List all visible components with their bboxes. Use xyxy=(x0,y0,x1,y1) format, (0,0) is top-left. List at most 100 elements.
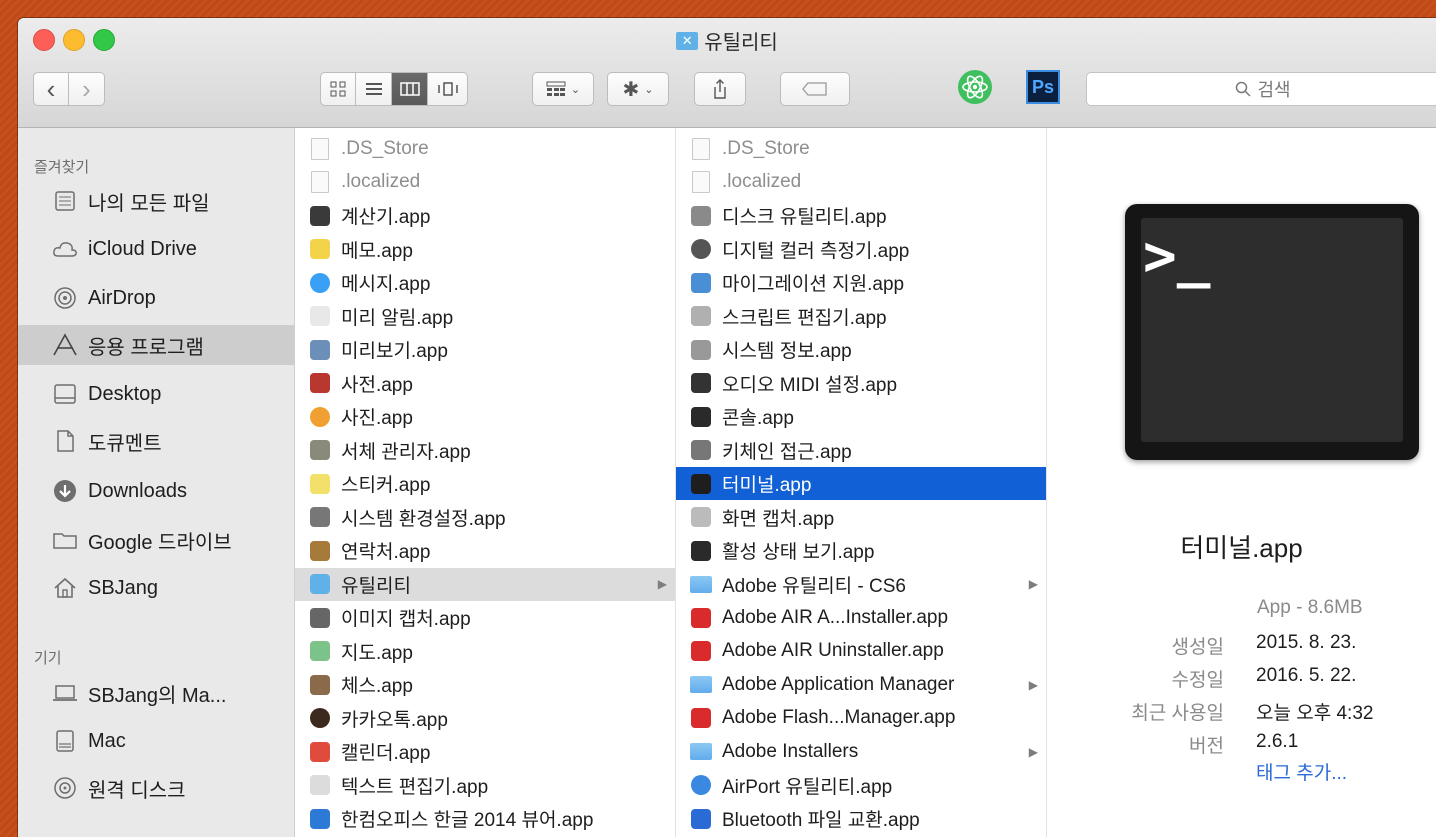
messages-icon xyxy=(309,272,331,294)
file-row[interactable]: 시스템 정보.app xyxy=(676,333,1046,366)
file-row[interactable]: 미리보기.app xyxy=(295,333,675,366)
file-name: 사전.app xyxy=(341,374,413,396)
icon-glyph xyxy=(691,775,711,795)
add-tag-link[interactable]: 태그 추가... xyxy=(1256,758,1347,785)
forward-chevron-icon: › xyxy=(82,74,91,104)
sidebar-item-label: SBJang xyxy=(88,576,159,599)
sidebar: 즐겨찾기 나의 모든 파일 iCloud Drive AirDrop 응용 프로… xyxy=(18,128,295,837)
file-row[interactable]: 체스.app xyxy=(295,668,675,701)
list-view-button[interactable] xyxy=(356,72,392,106)
file-row[interactable]: Adobe AIR A...Installer.app xyxy=(676,601,1046,634)
file-row[interactable]: 스크립트 편집기.app xyxy=(676,300,1046,333)
file-row[interactable]: 오디오 MIDI 설정.app xyxy=(676,367,1046,400)
file-row[interactable]: Bluetooth 파일 교환.app xyxy=(676,802,1046,835)
sidebar-item-downloads[interactable]: Downloads xyxy=(18,471,294,511)
sidebar-item-label: SBJang의 Ma... xyxy=(88,684,227,707)
file-name: 한컴오피스 한글 2014 뷰어.app xyxy=(341,810,594,831)
sidebar-item-all-files[interactable]: 나의 모든 파일 xyxy=(18,181,294,221)
file-row[interactable]: 키체인 접근.app xyxy=(676,434,1046,467)
sidebar-item-icloud-drive[interactable]: iCloud Drive xyxy=(18,229,294,269)
folder-row[interactable]: 유틸리티 ▶ xyxy=(295,567,675,601)
search-icon xyxy=(1236,81,1251,97)
icon-view-button[interactable] xyxy=(320,72,356,106)
file-row[interactable]: 콘솔.app xyxy=(676,400,1046,433)
file-row[interactable]: 연락처.app xyxy=(295,534,675,567)
icon-glyph xyxy=(310,306,330,326)
icon-glyph xyxy=(691,507,711,527)
file-row[interactable]: .localized xyxy=(295,166,675,199)
file-row[interactable]: 시스템 환경설정.app xyxy=(295,501,675,534)
chevron-down-icon: ⌄ xyxy=(570,83,581,96)
coverflow-view-button[interactable] xyxy=(428,72,468,106)
search-field[interactable]: 검색 xyxy=(1086,72,1436,106)
file-name: 미리 알림.app xyxy=(341,307,454,329)
sidebar-item-applications[interactable]: 응용 프로그램 xyxy=(18,325,294,365)
file-row[interactable]: 화면 캡처.app xyxy=(676,501,1046,534)
file-row[interactable]: 사전.app xyxy=(295,367,675,400)
file-row[interactable]: 메시지.app xyxy=(295,266,675,299)
file-row[interactable]: .DS_Store xyxy=(295,132,675,165)
file-row[interactable]: 이미지 캡처.app xyxy=(295,601,675,634)
sidebar-item-airdrop[interactable]: AirDrop xyxy=(18,278,294,318)
file-row[interactable]: 카카오톡.app xyxy=(295,702,675,735)
icon-glyph xyxy=(691,406,711,427)
sidebar-header-devices: 기기 xyxy=(34,650,62,667)
file-name: 이미지 캡처.app xyxy=(341,609,471,630)
file-row[interactable]: AirPort 유틸리티.app xyxy=(676,769,1046,802)
folder-icon xyxy=(690,573,712,595)
file-row[interactable]: 서체 관리자.app xyxy=(295,434,675,467)
file-row[interactable]: 디스크 유틸리티.app xyxy=(676,199,1046,232)
terminal-prompt: >_ xyxy=(1143,224,1211,289)
file-row[interactable]: 계산기.app xyxy=(295,199,675,232)
file-row[interactable]: 텍스트 편집기.app xyxy=(295,769,675,802)
file-row[interactable]: .DS_Store xyxy=(676,132,1046,165)
file-row[interactable]: Adobe AIR Uninstaller.app xyxy=(676,635,1046,668)
column-view-button[interactable] xyxy=(392,72,428,106)
coverflow-icon xyxy=(437,82,458,96)
icon-glyph xyxy=(310,808,330,829)
file-name: 시스템 환경설정.app xyxy=(341,508,506,530)
file-row[interactable]: 터미널.app xyxy=(676,467,1046,500)
file-row[interactable]: .localized xyxy=(676,166,1046,199)
file-row[interactable]: 마이그레이션 지원.app xyxy=(676,266,1046,299)
file-name: 연락처.app xyxy=(341,542,431,563)
icon-glyph xyxy=(691,540,711,561)
reminders-icon xyxy=(309,305,331,327)
file-row[interactable]: 한컴오피스 한글 2014 뷰어.app xyxy=(295,802,675,835)
icon-glyph xyxy=(690,575,712,593)
file-row[interactable]: Adobe Flash...Manager.app xyxy=(676,702,1046,735)
arrange-button[interactable]: ⌄ xyxy=(532,72,594,106)
icon-glyph xyxy=(310,473,330,494)
sidebar-item-documents[interactable]: 도큐멘트 xyxy=(18,421,294,461)
folder-row[interactable]: Adobe Application Manager ▶ xyxy=(676,668,1046,701)
search-placeholder: 검색 xyxy=(1257,80,1291,100)
back-button[interactable]: ‹ xyxy=(33,72,69,106)
folder-row[interactable]: Adobe 유틸리티 - CS6 ▶ xyxy=(676,568,1046,601)
sidebar-item-sbjang[interactable]: SBJang xyxy=(18,568,294,608)
action-button[interactable]: ✱ ⌄ xyxy=(607,72,669,106)
file-name: AirPort 유틸리티.app xyxy=(722,776,893,798)
file-row[interactable]: 스티커.app xyxy=(295,467,675,500)
sidebar-item-mac-disk[interactable]: Mac xyxy=(18,721,294,761)
file-row[interactable]: 캘린더.app xyxy=(295,735,675,768)
forward-button[interactable]: › xyxy=(69,72,105,106)
file-row[interactable]: 디지털 컬러 측정기.app xyxy=(676,233,1046,266)
sidebar-item-remote-disc[interactable]: 원격 디스크 xyxy=(18,768,294,808)
atom-app-button[interactable] xyxy=(956,68,994,106)
file-row[interactable]: 미리 알림.app xyxy=(295,300,675,333)
file-name: 시스템 정보.app xyxy=(722,341,852,362)
share-button[interactable] xyxy=(694,72,746,106)
sidebar-item-desktop[interactable]: Desktop xyxy=(18,374,294,414)
sidebar-item-google-drive[interactable]: Google 드라이브 xyxy=(18,520,294,560)
photoshop-app-button[interactable]: Ps xyxy=(1024,68,1062,106)
disk-utility-icon xyxy=(690,205,712,227)
icon-glyph xyxy=(692,171,710,193)
file-row[interactable]: 지도.app xyxy=(295,635,675,668)
folder-row[interactable]: Adobe Installers ▶ xyxy=(676,735,1046,768)
tags-button[interactable] xyxy=(780,72,850,106)
file-row[interactable]: 활성 상태 보기.app xyxy=(676,534,1046,567)
file-row[interactable]: 메모.app xyxy=(295,233,675,266)
sidebar-item-label: 도큐멘트 xyxy=(88,432,162,455)
file-row[interactable]: 사진.app xyxy=(295,400,675,433)
sidebar-item-macbook[interactable]: SBJang의 Ma... xyxy=(18,673,294,713)
